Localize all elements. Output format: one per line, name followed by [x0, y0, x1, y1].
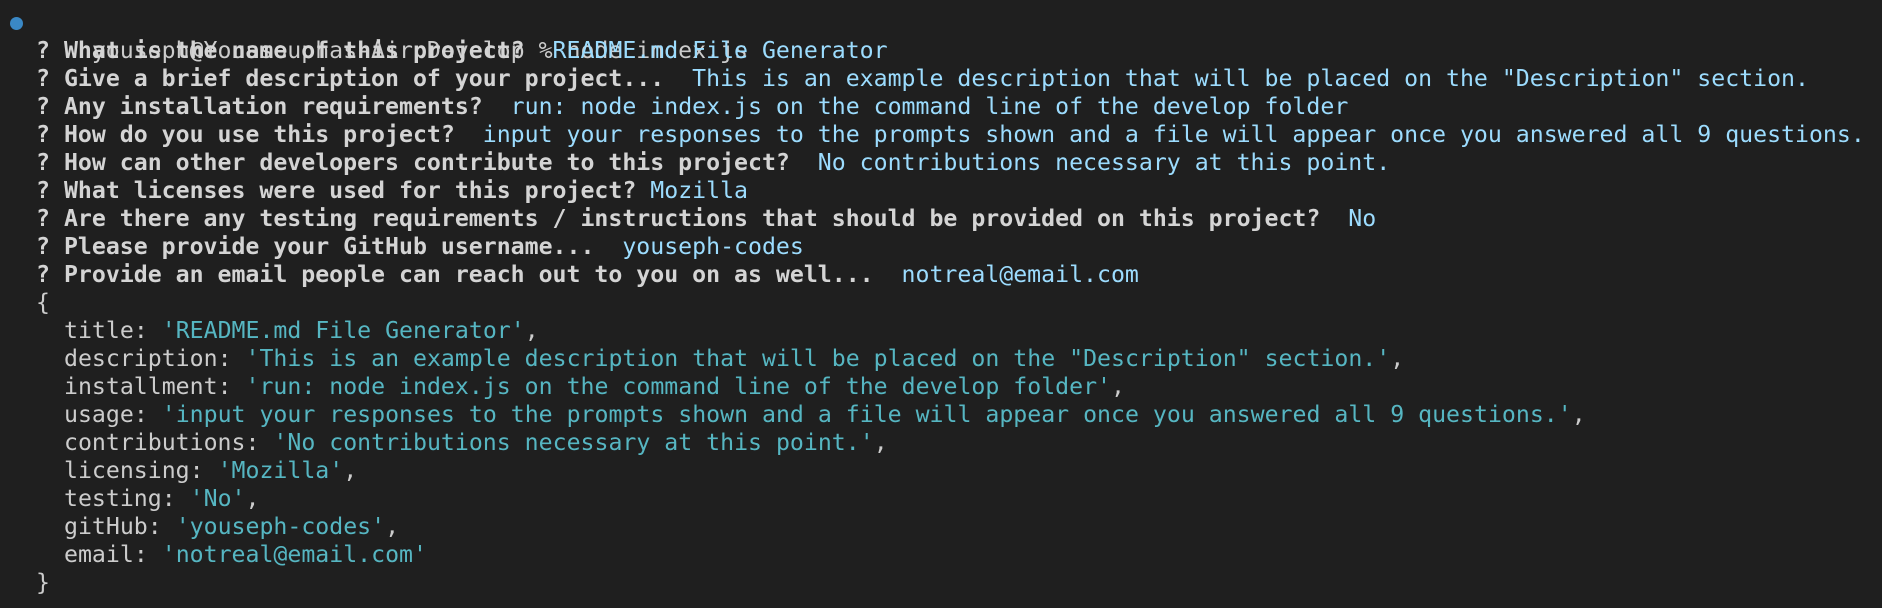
- object-key: usage: [64, 401, 134, 428]
- object-key: testing: [64, 485, 162, 512]
- prompt-line: ? Give a brief description of your proje…: [0, 65, 1882, 93]
- prompt-answer: No: [1348, 205, 1377, 232]
- prompt-answer: README.md File Generator: [552, 37, 888, 64]
- prompt-question: How can other developers contribute to t…: [63, 149, 790, 176]
- entry-separator: ,: [1111, 373, 1125, 400]
- prompt-line: ? Are there any testing requirements / i…: [0, 205, 1882, 233]
- object-key: email: [64, 541, 134, 568]
- prompt-question: Please provide your GitHub username...: [63, 233, 595, 260]
- entry-separator: ,: [385, 513, 400, 540]
- question-mark-icon: ?: [36, 177, 50, 204]
- prompt-line: ? Provide an email people can reach out …: [0, 261, 1882, 289]
- object-key: title: [64, 317, 134, 344]
- command-status-dot-icon: [10, 17, 23, 30]
- prompt-question: How do you use this project?: [63, 121, 455, 148]
- object-entry: testing: 'No',: [64, 485, 260, 512]
- question-mark-icon: ?: [36, 233, 50, 260]
- prompt-line: ? What licenses were used for this proje…: [0, 177, 1882, 205]
- object-key: contributions: [64, 429, 246, 456]
- prompt-answer: This is an example description that will…: [692, 65, 1809, 92]
- object-entry: title: 'README.md File Generator',: [64, 317, 539, 344]
- prompt-answer: notreal@email.com: [901, 261, 1139, 288]
- prompt-question: Are there any testing requirements / ins…: [63, 205, 1321, 232]
- object-entry: installment: 'run: node index.js on the …: [64, 373, 1125, 400]
- entry-separator: ,: [343, 457, 358, 484]
- object-value: 'input your responses to the prompts sho…: [161, 401, 1572, 428]
- prompt-answer: youseph-codes: [622, 233, 804, 260]
- object-entry: email: 'notreal@email.com': [64, 541, 427, 568]
- object-entry: gitHub: 'youseph-codes',: [64, 513, 400, 540]
- entry-separator: ,: [1571, 401, 1586, 428]
- question-mark-icon: ?: [36, 121, 50, 148]
- question-mark-icon: ?: [36, 37, 50, 64]
- terminal-output: youseph@Youssouphas-Air Develop % node i…: [0, 9, 1882, 597]
- prompt-answer: input your responses to the prompts show…: [482, 121, 1865, 148]
- object-entry: usage: 'input your responses to the prom…: [64, 401, 1586, 428]
- object-key: licensing: [64, 457, 190, 484]
- prompt-line: ? How can other developers contribute to…: [0, 149, 1882, 177]
- prompt-answer: Mozilla: [650, 177, 749, 204]
- question-mark-icon: ?: [36, 65, 50, 92]
- prompt-question: Provide an email people can reach out to…: [63, 261, 874, 288]
- entry-separator: ,: [1390, 345, 1405, 372]
- prompt-answer: run: node index.js on the command line o…: [510, 93, 1349, 120]
- question-mark-icon: ?: [36, 149, 50, 176]
- object-key: installment: [64, 373, 218, 400]
- object-entry: contributions: 'No contributions necessa…: [64, 429, 888, 456]
- object-entry: licensing: 'Mozilla',: [64, 457, 358, 484]
- question-mark-icon: ?: [36, 205, 50, 232]
- object-value: 'This is an example description that wil…: [245, 345, 1391, 372]
- object-close-brace: }: [36, 569, 50, 596]
- prompt-answer: No contributions necessary at this point…: [817, 149, 1391, 176]
- entry-separator: ,: [245, 485, 260, 512]
- prompt-question: Give a brief description of your project…: [63, 65, 665, 92]
- command-line: youseph@Youssouphas-Air Develop % node i…: [0, 9, 1882, 64]
- object-key: gitHub: [64, 513, 148, 540]
- object-key: description: [64, 345, 218, 372]
- object-value: 'No': [189, 485, 246, 512]
- object-entry: description: 'This is an example descrip…: [64, 345, 1405, 372]
- prompt-line: ? How do you use this project? input you…: [0, 121, 1882, 149]
- object-value: 'notreal@email.com': [161, 541, 427, 568]
- prompt-question: Any installation requirements?: [63, 93, 483, 120]
- object-value: 'README.md File Generator': [161, 317, 525, 344]
- prompt-question: What licenses were used for this project…: [63, 177, 637, 204]
- object-value: 'youseph-codes': [175, 513, 386, 540]
- question-mark-icon: ?: [36, 93, 50, 120]
- object-value: 'run: node index.js on the command line …: [245, 373, 1112, 400]
- object-open-brace: {: [36, 289, 50, 316]
- object-value: 'No contributions necessary at this poin…: [273, 429, 874, 456]
- object-value: 'Mozilla': [217, 457, 344, 484]
- prompt-line: ? What is the name of this project? READ…: [0, 37, 1882, 65]
- prompt-line: ? Any installation requirements? run: no…: [0, 93, 1882, 121]
- entry-separator: ,: [524, 317, 539, 344]
- entry-separator: ,: [873, 429, 888, 456]
- question-mark-icon: ?: [36, 261, 50, 288]
- prompt-line: ? Please provide your GitHub username...…: [0, 233, 1882, 261]
- prompt-question: What is the name of this project?: [63, 37, 525, 64]
